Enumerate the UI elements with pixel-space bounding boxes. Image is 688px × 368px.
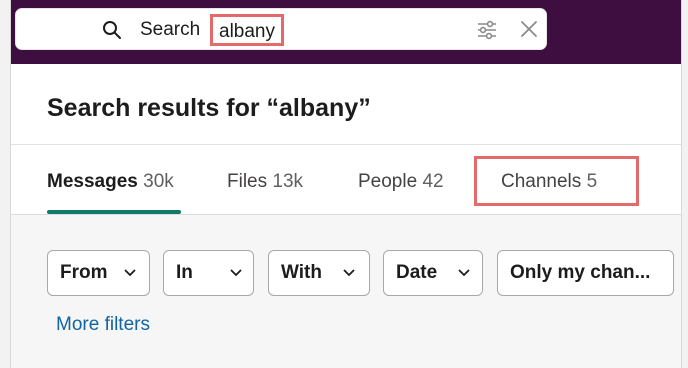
chip-label: With xyxy=(281,262,322,283)
chip-label: From xyxy=(60,262,108,283)
tab-label: Messages xyxy=(47,171,138,192)
chevron-down-icon xyxy=(230,269,242,277)
page-title: Search results for “albany” xyxy=(47,94,371,122)
search-bar[interactable]: Search albany xyxy=(15,8,547,50)
filter-in-dropdown[interactable]: In xyxy=(163,250,254,296)
sliders-icon[interactable] xyxy=(476,20,498,40)
more-filters-link[interactable]: More filters xyxy=(56,313,150,337)
chip-label: In xyxy=(176,262,193,283)
close-icon[interactable] xyxy=(519,19,539,39)
tab-count: 30k xyxy=(143,171,174,192)
tab-count: 5 xyxy=(586,171,598,192)
search-query-highlight[interactable]: albany xyxy=(210,14,284,46)
tab-people[interactable]: People 42 xyxy=(358,170,444,194)
chip-label: Date xyxy=(396,262,438,283)
filter-only-my-channels[interactable]: Only my chan... xyxy=(497,250,674,296)
filter-with-dropdown[interactable]: With xyxy=(268,250,370,296)
chevron-down-icon xyxy=(124,269,136,277)
tab-label: Files xyxy=(227,171,268,192)
search-icon xyxy=(103,21,121,39)
chip-label: Only my chan... xyxy=(510,262,651,283)
filter-from-dropdown[interactable]: From xyxy=(47,250,150,296)
tab-messages[interactable]: Messages 30k xyxy=(47,170,174,194)
search-panel: Search albany Search results for “albany… xyxy=(10,0,682,368)
tab-label: Channels xyxy=(501,171,582,192)
tab-label: People xyxy=(358,171,418,192)
chevron-down-icon xyxy=(343,269,355,277)
tab-count: 13k xyxy=(272,171,304,192)
filter-date-dropdown[interactable]: Date xyxy=(383,250,483,296)
tab-count: 42 xyxy=(422,171,444,192)
chevron-down-icon xyxy=(458,269,470,277)
search-label: Search xyxy=(140,19,201,40)
divider xyxy=(11,144,681,145)
tab-channels[interactable]: Channels 5 xyxy=(501,170,597,194)
tab-files[interactable]: Files 13k xyxy=(227,170,303,194)
top-bar: Search albany xyxy=(11,0,681,64)
